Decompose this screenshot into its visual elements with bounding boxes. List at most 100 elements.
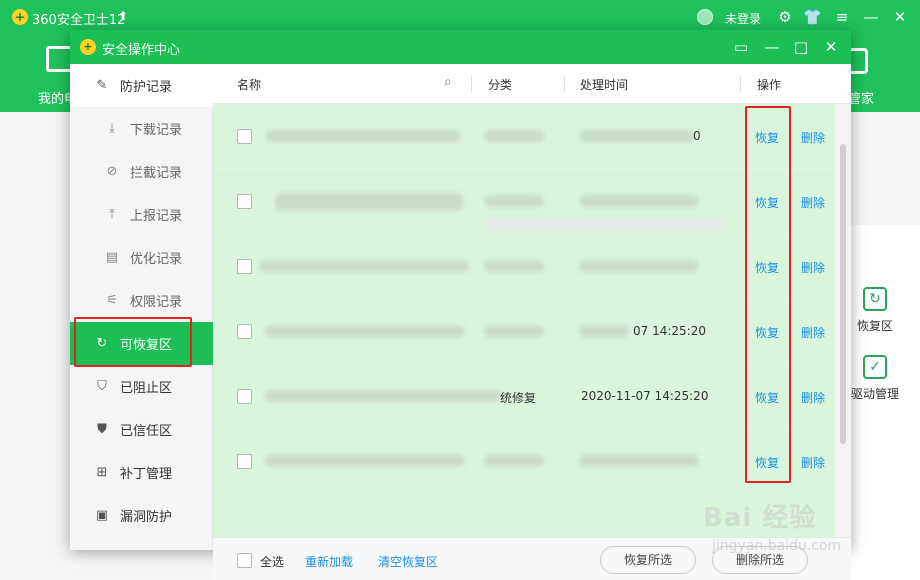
nav-manager[interactable]: 管家 — [848, 88, 874, 107]
row-checkbox[interactable] — [237, 259, 252, 274]
tool-label: 驱动管理 — [850, 387, 899, 401]
watermark-url: jingyan.baidu.com — [712, 538, 842, 554]
scrollbar-thumb[interactable] — [840, 144, 846, 444]
row-checkbox[interactable] — [237, 129, 252, 144]
blurred-category — [484, 130, 544, 142]
row-time: 07 14:25:20 — [633, 324, 706, 338]
blurred-time — [579, 455, 699, 467]
minimize-icon[interactable]: — — [762, 37, 782, 57]
blurred-category — [484, 455, 544, 467]
blurred-category — [484, 325, 544, 337]
table-row[interactable]: 恢复 删除 — [213, 429, 835, 494]
app-title: 360安全卫士12 — [32, 13, 126, 28]
user-avatar-icon[interactable] — [697, 9, 713, 25]
row-checkbox[interactable] — [237, 194, 252, 209]
upgrade-arrow-icon[interactable]: ⬆ — [118, 9, 128, 23]
column-category[interactable]: 分类 — [488, 76, 512, 93]
blurred-name — [275, 193, 463, 211]
sidebar-item-vulnerability-protection[interactable]: ▣ 漏洞防护 — [70, 494, 213, 537]
sidebar-item-download-records[interactable]: ⤓ 下载记录 — [70, 107, 213, 150]
close-icon[interactable]: ✕ — [821, 37, 841, 57]
grid-icon: ⊞ — [96, 464, 108, 480]
select-all-checkbox[interactable] — [237, 553, 252, 568]
column-divider — [740, 76, 741, 92]
maximize-icon[interactable]: □ — [791, 37, 811, 57]
app-logo-icon: + — [80, 39, 96, 55]
checkbox-icon: ✓ — [863, 355, 887, 379]
sidebar-item-label: 优化记录 — [130, 252, 183, 267]
close-icon[interactable]: ✕ — [891, 8, 909, 26]
feedback-icon[interactable]: ▭ — [731, 37, 751, 57]
sidebar-item-label: 上报记录 — [130, 209, 183, 224]
login-link[interactable]: 未登录 — [725, 10, 761, 27]
delete-link[interactable]: 删除 — [801, 194, 825, 211]
reload-link[interactable]: 重新加载 — [305, 553, 353, 570]
sidebar-item-permission-records[interactable]: ⚟ 权限记录 — [70, 279, 213, 322]
blurred-overlay — [485, 217, 723, 231]
sidebar-item-optimize-records[interactable]: ▤ 优化记录 — [70, 236, 213, 279]
tool-driver-manager[interactable]: ✓ 驱动管理 — [845, 355, 905, 402]
upload-icon: ⤒ — [109, 206, 115, 222]
column-action: 操作 — [757, 78, 782, 92]
column-name[interactable]: 名称 — [237, 76, 261, 93]
row-category: 统修复 — [500, 391, 537, 405]
blurred-name — [265, 325, 465, 337]
security-center-dialog: + 安全操作中心 ▭ — □ ✕ ✎ 防护记录 ⤓ 下载记录 ⊘ 拦截记录 ⤒ … — [70, 30, 851, 580]
row-checkbox[interactable] — [237, 324, 252, 339]
block-icon: ⊘ — [106, 163, 118, 179]
row-checkbox[interactable] — [237, 454, 252, 469]
select-all-label[interactable]: 全选 — [260, 553, 284, 570]
sidebar-item-report-records[interactable]: ⤒ 上报记录 — [70, 193, 213, 236]
row-time: 0 — [693, 129, 701, 143]
minimize-icon[interactable]: — — [862, 8, 880, 26]
tool-label: 恢复区 — [856, 319, 893, 333]
column-time[interactable]: 处理时间 — [580, 76, 628, 93]
table-row[interactable]: 恢复 删除 — [213, 169, 835, 234]
sidebar-item-label: 已信任区 — [120, 424, 173, 439]
delete-link[interactable]: 删除 — [801, 129, 825, 146]
blurred-name — [265, 390, 501, 402]
sidebar-item-label: 权限记录 — [130, 295, 183, 310]
refresh-icon: ↻ — [863, 287, 887, 311]
gear-icon[interactable]: ⚙ — [776, 8, 794, 26]
blurred-time — [579, 130, 695, 142]
sidebar-item-intercept-records[interactable]: ⊘ 拦截记录 — [70, 150, 213, 193]
blurred-category — [484, 195, 544, 207]
tool-restore-zone[interactable]: ↻ 恢复区 — [845, 287, 905, 334]
sidebar-item-trusted-zone[interactable]: ⛊ 已信任区 — [70, 408, 213, 451]
sidebar-item-protection-records[interactable]: ✎ 防护记录 — [70, 64, 213, 107]
edit-icon: ✎ — [96, 77, 108, 93]
delete-link[interactable]: 删除 — [801, 259, 825, 276]
row-time: 2020-11-07 14:25:20 — [581, 389, 709, 403]
skin-icon[interactable]: 👕 — [803, 8, 822, 26]
dialog-titlebar[interactable]: + 安全操作中心 ▭ — □ ✕ — [70, 30, 851, 64]
table-row[interactable]: 恢复 删除 — [213, 234, 835, 299]
table-row[interactable]: 0 恢复 删除 — [213, 104, 835, 169]
table-row[interactable]: 07 14:25:20 恢复 删除 — [213, 299, 835, 364]
blurred-name — [259, 260, 469, 272]
monitor-icon: ▣ — [95, 507, 109, 523]
sidebar: ✎ 防护记录 ⤓ 下载记录 ⊘ 拦截记录 ⤒ 上报记录 ▤ 优化记录 ⚟ 权限记… — [70, 64, 213, 550]
vertical-scrollbar[interactable] — [835, 104, 851, 537]
table-row[interactable]: 统修复 2020-11-07 14:25:20 恢复 删除 — [213, 364, 835, 429]
blurred-time — [579, 325, 629, 337]
clear-restore-zone-link[interactable]: 清空恢复区 — [378, 553, 438, 570]
delete-link[interactable]: 删除 — [801, 454, 825, 471]
highlight-restore-column — [745, 106, 791, 483]
delete-link[interactable]: 删除 — [801, 389, 825, 406]
table-header: 名称 ⌕ 分类 处理时间 操作 — [213, 64, 851, 104]
column-divider — [564, 76, 565, 92]
sidebar-item-patch-management[interactable]: ⊞ 补丁管理 — [70, 451, 213, 494]
manager-icon[interactable] — [848, 48, 868, 74]
restore-selected-button[interactable]: 恢复所选 — [600, 546, 696, 574]
blurred-category — [484, 260, 544, 272]
search-icon[interactable]: ⌕ — [444, 74, 452, 90]
sidebar-item-label: 下载记录 — [130, 123, 183, 138]
row-checkbox[interactable] — [237, 389, 252, 404]
highlight-recoverable-zone — [74, 317, 192, 367]
menu-icon[interactable]: ≡ — [833, 8, 851, 26]
app-logo-icon: + — [12, 9, 28, 25]
sliders-icon: ⚟ — [106, 292, 118, 308]
sidebar-item-blocked-zone[interactable]: ⛉ 已阻止区 — [70, 365, 213, 408]
delete-link[interactable]: 删除 — [801, 324, 825, 341]
